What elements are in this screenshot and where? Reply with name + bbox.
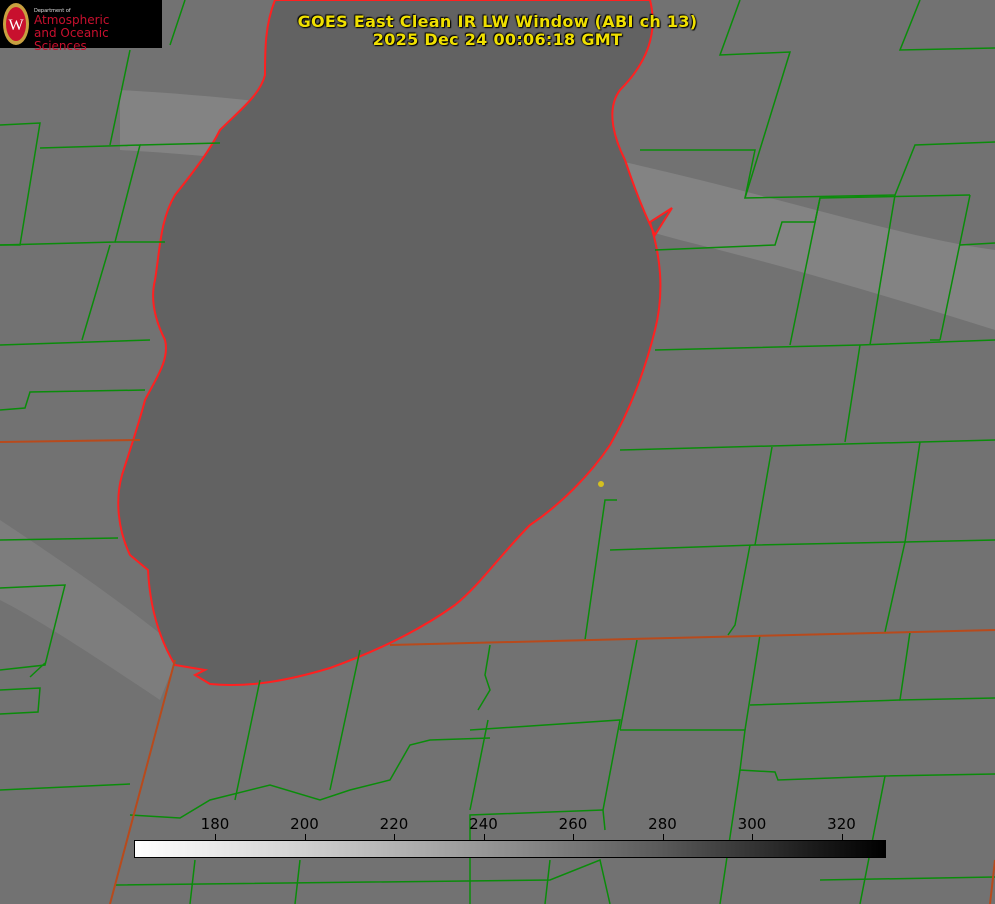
colorbar-tick-label: 180	[200, 815, 230, 833]
satellite-image-viewer: W Department of Atmospheric and Oceanic …	[0, 0, 995, 904]
colorbar-tick-label: 220	[379, 815, 409, 833]
temperature-colorbar	[134, 840, 886, 858]
image-title: GOES East Clean IR LW Window (ABI ch 13)	[297, 12, 698, 31]
image-timestamp: 2025 Dec 24 00:06:18 GMT	[372, 30, 623, 49]
location-marker	[598, 481, 604, 487]
ir-satellite-map	[0, 0, 995, 904]
colorbar-tick-label: 280	[648, 815, 677, 833]
colorbar-tick-label: 240	[469, 815, 498, 833]
colorbar-tick-label: 260	[558, 815, 588, 833]
colorbar-tick-label: 320	[827, 815, 856, 833]
colorbar-tick-label: 300	[737, 815, 767, 833]
colorbar-tick-label: 200	[290, 815, 319, 833]
